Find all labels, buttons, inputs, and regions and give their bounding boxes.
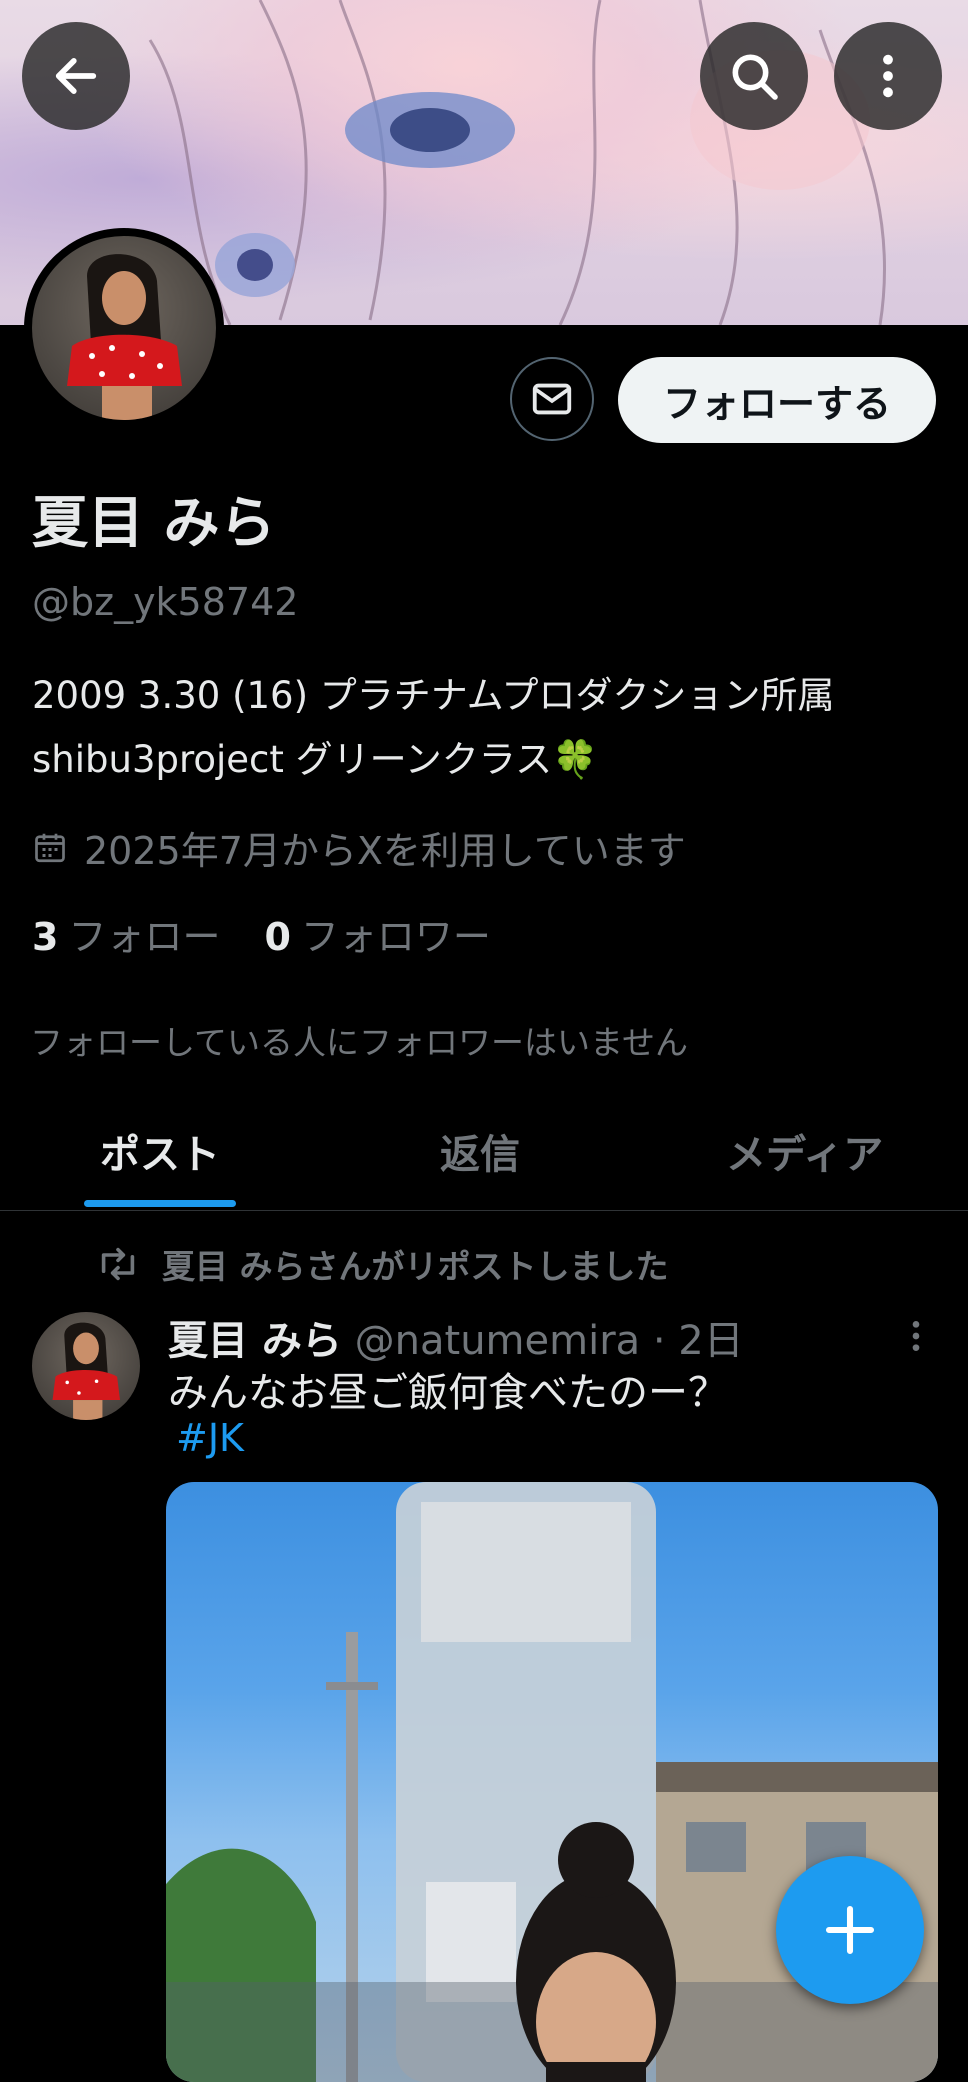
repost-icon <box>101 1247 135 1281</box>
follow-button[interactable]: フォローする <box>618 357 936 443</box>
repost-notice: 夏目 みらさんがリポストしました <box>96 1240 669 1288</box>
avatar-image <box>32 236 216 420</box>
envelope-icon <box>532 383 572 415</box>
following-link[interactable]: 3 フォロー <box>32 906 220 961</box>
tab-media[interactable]: メディア <box>726 1122 883 1180</box>
post-header: 夏目 みら @natumemira · 2日 <box>168 1308 744 1366</box>
more-vertical-icon <box>883 54 893 98</box>
bio-line-1: 2009 3.30 (16) プラチナムプロダクション所属 <box>32 674 835 717</box>
post-author-avatar[interactable] <box>32 1312 140 1420</box>
post-hashtag[interactable]: #JK <box>176 1416 244 1460</box>
joined-date: 2025年7月からXを利用しています <box>32 820 686 875</box>
bio-line-2: shibu3project グリーンクラス🍀 <box>32 738 599 781</box>
arrow-left-icon <box>55 58 97 94</box>
compose-button[interactable] <box>776 1856 924 2004</box>
tab-replies[interactable]: 返信 <box>440 1122 520 1180</box>
joined-text: 2025年7月からXを利用しています <box>84 829 686 873</box>
search-button[interactable] <box>700 22 808 130</box>
followers-count: 0 <box>264 915 291 959</box>
repost-notice-text: 夏目 みらさんがリポストしました <box>162 1247 669 1286</box>
back-button[interactable] <box>22 22 130 130</box>
following-count: 3 <box>32 915 59 959</box>
more-vertical-icon <box>912 1321 920 1351</box>
post-more-button[interactable] <box>906 1316 926 1360</box>
profile-tabs: ポスト 返信 メディア <box>0 1090 968 1211</box>
message-button[interactable] <box>510 357 594 441</box>
calendar-icon <box>35 833 65 862</box>
following-label: フォロー <box>68 915 221 959</box>
follow-stats: 3 フォロー 0 フォロワー <box>32 906 491 961</box>
tab-posts[interactable]: ポスト <box>100 1122 220 1180</box>
post-author-meta[interactable]: @natumemira · 2日 <box>355 1318 744 1364</box>
known-followers-note: フォローしている人にフォロワーはいません <box>30 1023 689 1062</box>
search-icon <box>732 54 778 100</box>
profile-display-name: 夏目 みら <box>32 491 276 556</box>
more-options-button[interactable] <box>834 22 942 130</box>
plus-icon <box>825 1905 875 1955</box>
active-tab-indicator <box>84 1200 236 1207</box>
followers-label: フォロワー <box>300 915 491 959</box>
profile-avatar[interactable] <box>24 228 224 428</box>
profile-handle: @bz_yk58742 <box>32 580 299 624</box>
followers-link[interactable]: 0 フォロワー <box>264 906 490 961</box>
profile-bio: 2009 3.30 (16) プラチナムプロダクション所属 shibu3proj… <box>32 664 932 792</box>
post-author-name[interactable]: 夏目 みら <box>168 1318 342 1364</box>
post-text: みんなお昼ご飯何食べたのー？ <box>168 1370 728 1416</box>
